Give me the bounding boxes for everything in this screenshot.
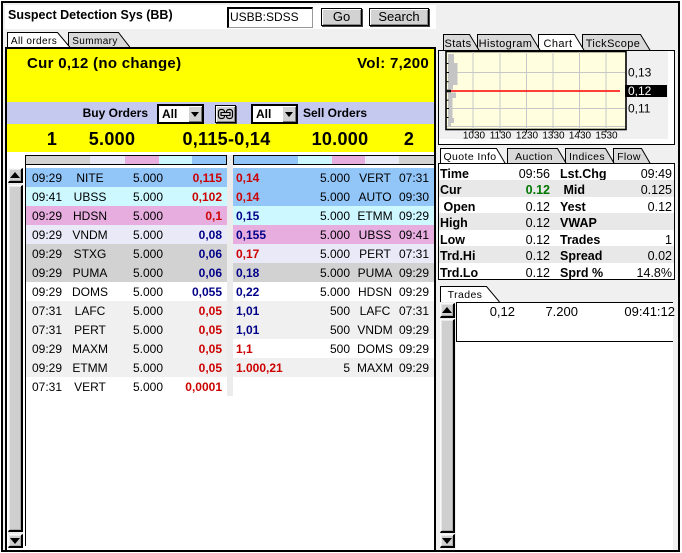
svg-text:0,11: 0,11 [628, 102, 651, 116]
svg-text:Indices: Indices [569, 151, 605, 163]
svg-text:1530: 1530 [595, 131, 618, 142]
svg-text:Histogram: Histogram [479, 38, 533, 50]
svg-text:1130: 1130 [490, 131, 512, 142]
svg-text:0,13: 0,13 [628, 66, 652, 80]
svg-text:Flow: Flow [617, 151, 641, 163]
svg-text:1030: 1030 [463, 131, 486, 142]
svg-text:1230: 1230 [516, 131, 539, 142]
svg-text:Summary: Summary [72, 36, 118, 47]
svg-text:1430: 1430 [569, 131, 592, 142]
svg-text:0,12: 0,12 [628, 84, 652, 98]
svg-text:1330: 1330 [542, 131, 565, 142]
svg-text:Auction: Auction [515, 151, 553, 163]
svg-text:All orders: All orders [11, 36, 57, 47]
svg-text:Chart: Chart [544, 38, 573, 50]
svg-text:Quote Info: Quote Info [443, 151, 496, 163]
svg-text:Stats: Stats [444, 38, 471, 50]
svg-text:Trades: Trades [448, 289, 483, 301]
svg-text:TickScope: TickScope [586, 38, 641, 50]
